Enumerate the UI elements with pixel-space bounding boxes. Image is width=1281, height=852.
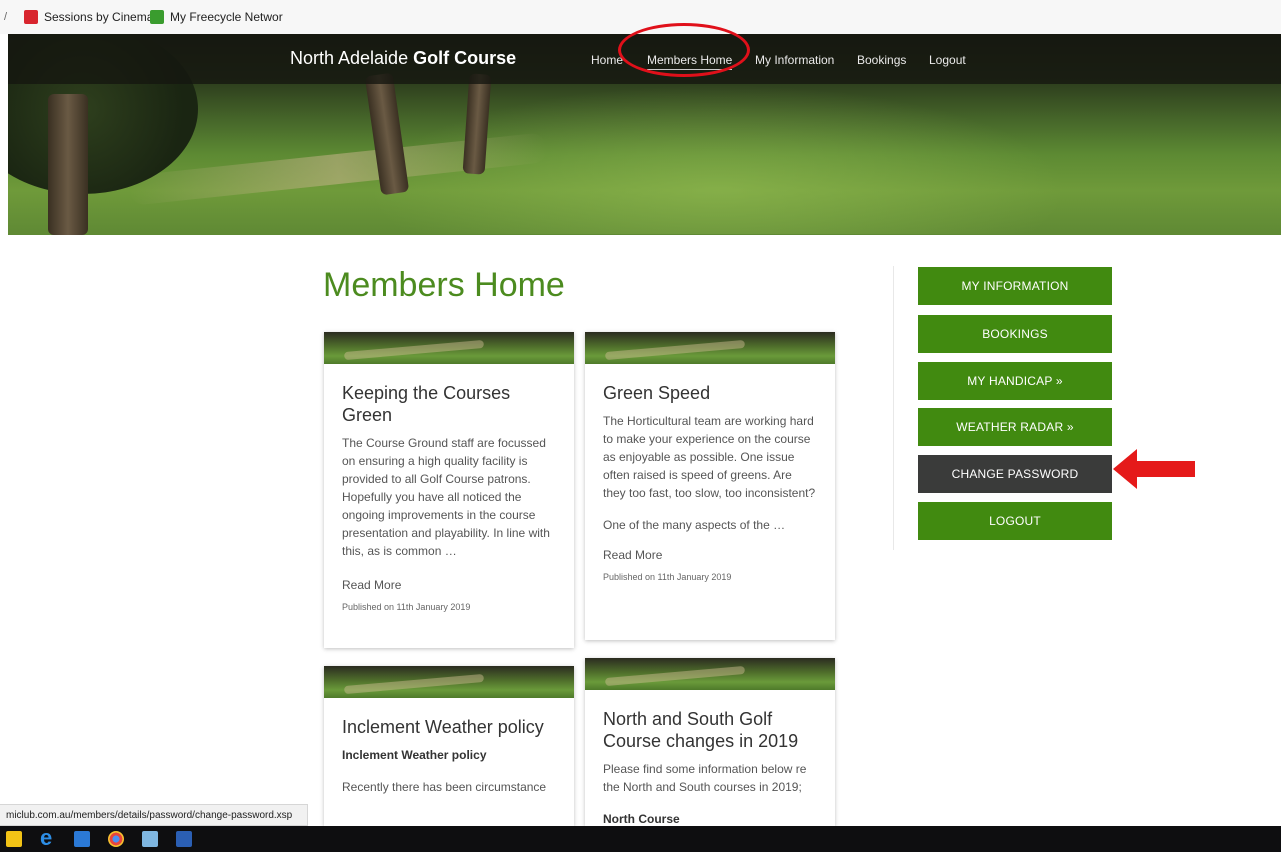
bookmark-label: My Freecycle Networ — [170, 10, 283, 24]
card-excerpt-continued: One of the many aspects of the … — [603, 518, 786, 532]
card-thumbnail — [324, 332, 574, 364]
annotation-arrow-icon — [1113, 449, 1195, 489]
brand-bold: Golf Course — [413, 48, 517, 68]
card-thumbnail — [585, 658, 835, 690]
logout-button[interactable]: LOGOUT — [918, 502, 1112, 540]
published-date: Published on 11th January 2019 — [342, 602, 471, 612]
my-handicap-button[interactable]: MY HANDICAP » — [918, 362, 1112, 400]
read-more-link[interactable]: Read More — [603, 548, 817, 562]
card-title[interactable]: Inclement Weather policy — [342, 716, 556, 738]
bookmark-my-freecycle[interactable]: My Freecycle Networ — [150, 10, 283, 24]
card-excerpt: The Horticultural team are working hard … — [603, 414, 816, 500]
freecycle-logo-icon — [150, 10, 164, 24]
sidebar-divider — [893, 266, 894, 550]
bookings-button[interactable]: BOOKINGS — [918, 315, 1112, 353]
read-more-link[interactable]: Read More — [342, 578, 556, 592]
nav-logout[interactable]: Logout — [929, 53, 966, 67]
card-subheading: North Course — [603, 812, 680, 826]
card-excerpt: Recently there has been circumstance — [342, 780, 547, 794]
card-subheading: Inclement Weather policy — [342, 748, 487, 762]
photos-icon[interactable] — [142, 831, 158, 847]
card-title[interactable]: North and South Golf Course changes in 2… — [603, 708, 817, 752]
card-title[interactable]: Green Speed — [603, 382, 817, 404]
bookmark-sessions-by-cinema[interactable]: Sessions by Cinema | — [24, 10, 160, 24]
nav-my-information[interactable]: My Information — [755, 53, 834, 67]
edge-icon[interactable]: e — [40, 827, 56, 849]
card-excerpt: The Course Ground staff are focussed on … — [342, 436, 550, 558]
browser-status-url: miclub.com.au/members/details/password/c… — [0, 804, 308, 826]
site-brand[interactable]: North Adelaide Golf Course — [290, 48, 516, 69]
annotation-circle — [618, 23, 750, 77]
news-card[interactable]: Inclement Weather policy Inclement Weath… — [324, 666, 574, 826]
weather-radar-button[interactable]: WEATHER RADAR » — [918, 408, 1112, 446]
change-password-button[interactable]: CHANGE PASSWORD — [918, 455, 1112, 493]
news-card[interactable]: North and South Golf Course changes in 2… — [585, 658, 835, 826]
bookmark-separator: / — [4, 11, 8, 23]
word-icon[interactable] — [176, 831, 192, 847]
card-thumbnail — [324, 666, 574, 698]
chrome-icon[interactable] — [108, 831, 124, 847]
card-thumbnail — [585, 332, 835, 364]
hero-tree-trunk — [48, 94, 88, 235]
news-card[interactable]: Green Speed The Horticultural team are w… — [585, 332, 835, 640]
file-explorer-icon[interactable] — [6, 831, 22, 847]
nav-bookings[interactable]: Bookings — [857, 53, 906, 67]
page-title: Members Home — [323, 266, 565, 304]
bookmark-label: Sessions by Cinema | — [44, 10, 160, 24]
card-title[interactable]: Keeping the Courses Green — [342, 382, 556, 426]
news-card[interactable]: Keeping the Courses Green The Course Gro… — [324, 332, 574, 648]
cinema-logo-icon — [24, 10, 38, 24]
windows-taskbar: e — [0, 826, 1281, 852]
my-information-button[interactable]: MY INFORMATION — [918, 267, 1112, 305]
card-excerpt: Please find some information below re th… — [603, 762, 807, 794]
brand-light: North Adelaide — [290, 48, 414, 68]
store-icon[interactable] — [74, 831, 90, 847]
published-date: Published on 11th January 2019 — [603, 572, 732, 582]
